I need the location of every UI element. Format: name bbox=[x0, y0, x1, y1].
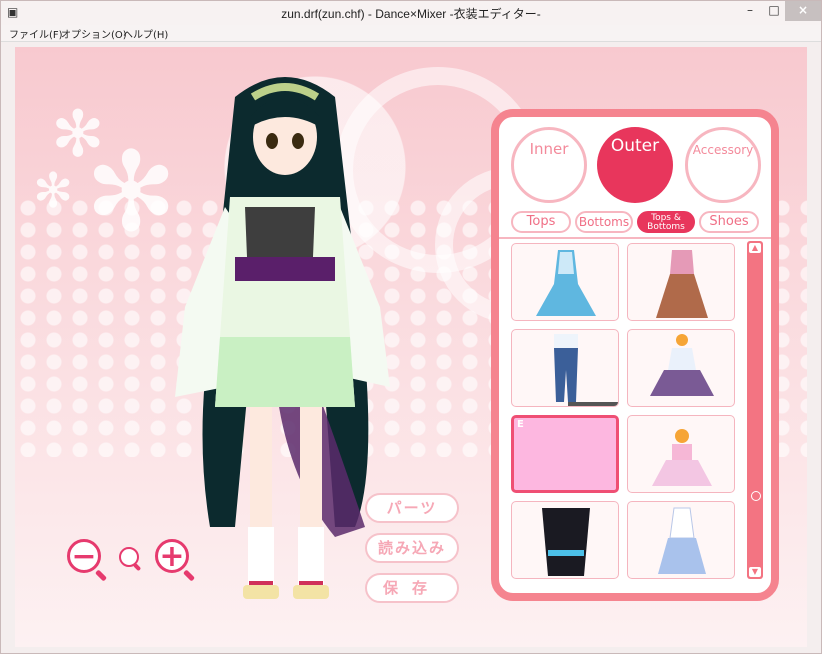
category-tops-and-bottoms[interactable]: Tops & Bottoms bbox=[637, 211, 695, 233]
costume-pink-dress-image bbox=[652, 429, 712, 486]
costume-black-outfit-image bbox=[542, 508, 590, 576]
panel-divider bbox=[499, 237, 771, 239]
costume-panel: Inner Outer Accessory Tops Bottoms Tops … bbox=[491, 109, 779, 601]
costume-thumbnail[interactable] bbox=[511, 501, 619, 579]
magnifier-handle-icon bbox=[132, 562, 142, 572]
category-bottoms[interactable]: Bottoms bbox=[575, 211, 633, 233]
title-bar[interactable]: ▣ zun.drf(zun.chf) - Dance×Mixer -衣装エディタ… bbox=[1, 1, 821, 25]
editor-stage: ✻ ✻ ✻ − + パーツ 読み込み 保存 Inner Outer Access… bbox=[15, 47, 807, 647]
selected-marker: E bbox=[517, 419, 524, 430]
menu-file[interactable]: ファイル(F) bbox=[9, 26, 63, 41]
close-button[interactable]: × bbox=[785, 1, 821, 21]
scrollbar-track[interactable]: ▲ ▼ bbox=[747, 241, 763, 579]
zoom-in-button[interactable]: + bbox=[155, 539, 189, 573]
costume-thumbnail[interactable] bbox=[627, 243, 735, 321]
maximize-button[interactable]: □ bbox=[767, 1, 781, 21]
costume-thumbnail[interactable] bbox=[511, 243, 619, 321]
category-shoes[interactable]: Shoes bbox=[699, 211, 759, 233]
zoom-out-handle-icon bbox=[94, 569, 108, 582]
save-button[interactable]: 保存 bbox=[365, 573, 459, 603]
character-model[interactable] bbox=[165, 57, 405, 617]
window-title: zun.drf(zun.chf) - Dance×Mixer -衣装エディター- bbox=[281, 7, 541, 21]
costume-thumbnail-selected[interactable]: E bbox=[511, 415, 619, 493]
load-button[interactable]: 読み込み bbox=[365, 533, 459, 563]
costume-overalls-image bbox=[554, 334, 618, 406]
menu-bar: ファイル(F) オプション(O) ヘルプ(H) bbox=[1, 25, 821, 42]
menu-option[interactable]: オプション(O) bbox=[61, 26, 127, 41]
flower-decoration-icon: ✻ bbox=[85, 128, 178, 256]
tab-inner[interactable]: Inner bbox=[511, 127, 587, 203]
app-window: ▣ zun.drf(zun.chf) - Dance×Mixer -衣装エディタ… bbox=[0, 0, 822, 654]
costume-blue-white-dress-image bbox=[658, 507, 706, 574]
tab-accessory[interactable]: Accessory bbox=[685, 127, 761, 203]
scroll-down-arrow-icon[interactable]: ▼ bbox=[749, 567, 761, 577]
scrollbar-thumb[interactable] bbox=[751, 491, 761, 501]
minimize-button[interactable]: – bbox=[743, 1, 757, 21]
costume-thumbnail[interactable] bbox=[627, 329, 735, 407]
zoom-out-button[interactable]: − bbox=[67, 539, 101, 573]
costume-thumbnail[interactable] bbox=[627, 415, 735, 493]
costume-thumbnail[interactable] bbox=[511, 329, 619, 407]
costume-brown-skirt-image bbox=[656, 250, 708, 318]
category-tops[interactable]: Tops bbox=[511, 211, 571, 233]
costume-blue-dress-image bbox=[536, 250, 596, 316]
menu-help[interactable]: ヘルプ(H) bbox=[123, 26, 168, 41]
flower-decoration-icon: ✻ bbox=[33, 163, 74, 219]
tab-outer[interactable]: Outer bbox=[597, 127, 673, 203]
scroll-up-arrow-icon[interactable]: ▲ bbox=[749, 243, 761, 253]
costume-thumbnail[interactable] bbox=[627, 501, 735, 579]
parts-button[interactable]: パーツ bbox=[365, 493, 459, 523]
costume-purple-dress-image bbox=[650, 334, 714, 396]
